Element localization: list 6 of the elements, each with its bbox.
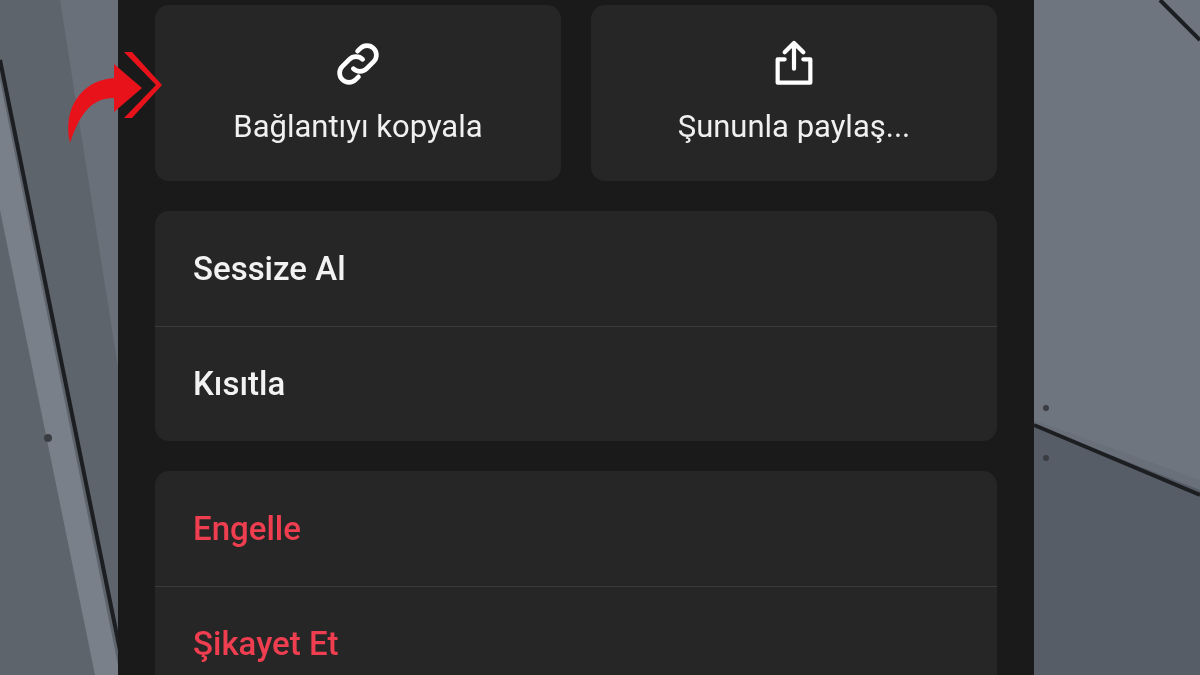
menu-item[interactable]: Kısıtla xyxy=(155,326,997,441)
menu-item[interactable]: Engelle xyxy=(155,471,997,586)
copy-link-button[interactable]: Bağlantıyı kopyala xyxy=(155,5,561,181)
menu-item[interactable]: Şikayet Et xyxy=(155,586,997,675)
share-button[interactable]: Şununla paylaş... xyxy=(591,5,997,181)
menu-item[interactable]: Sessize Al xyxy=(155,211,997,326)
